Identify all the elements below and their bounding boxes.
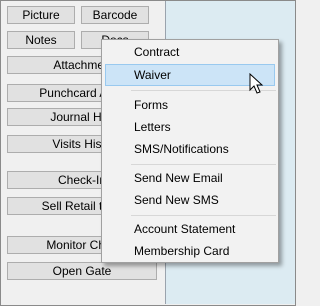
mouse-pointer-icon xyxy=(249,73,264,94)
barcode-button[interactable]: Barcode xyxy=(81,6,149,24)
menu-item-contract[interactable]: Contract xyxy=(105,41,275,63)
menu-item-membership-card[interactable]: Membership Card xyxy=(105,240,275,262)
menu-item-forms[interactable]: Forms xyxy=(105,94,275,116)
menu-separator xyxy=(131,215,276,216)
open-gate-button[interactable]: Open Gate xyxy=(7,262,157,280)
menu-separator xyxy=(131,164,276,165)
menu-item-send-new-email[interactable]: Send New Email xyxy=(105,167,275,189)
picture-button[interactable]: Picture xyxy=(7,6,75,24)
menu-item-sms-notifications[interactable]: SMS/Notifications xyxy=(105,138,275,160)
menu-item-letters[interactable]: Letters xyxy=(105,116,275,138)
menu-item-send-new-sms[interactable]: Send New SMS xyxy=(105,189,275,211)
notes-button[interactable]: Notes xyxy=(7,31,75,49)
menu-item-account-statement[interactable]: Account Statement xyxy=(105,218,275,240)
